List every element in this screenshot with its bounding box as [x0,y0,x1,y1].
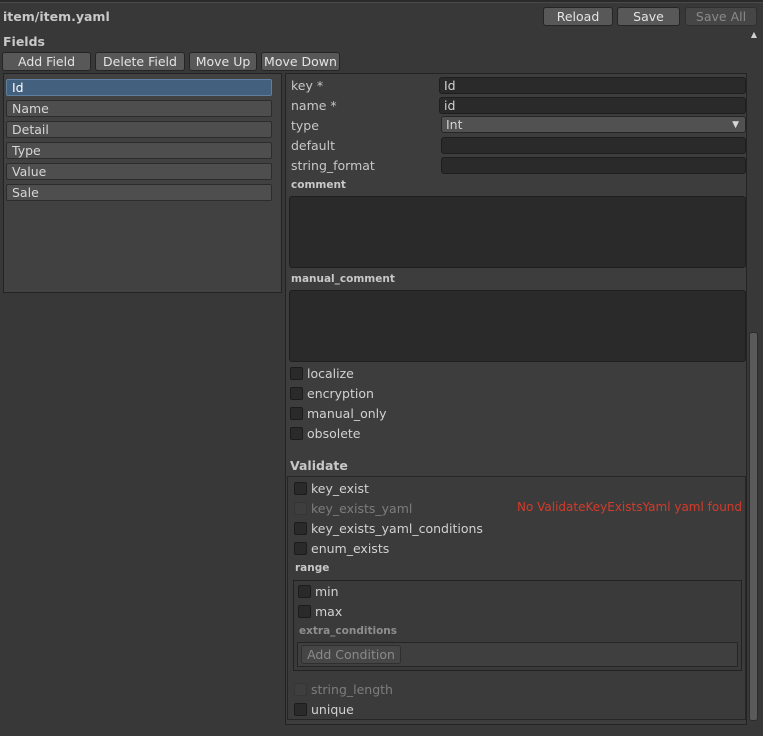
unique-checkbox[interactable] [294,703,307,716]
file-path: item/item.yaml [3,9,110,24]
obsolete-label: obsolete [307,426,361,441]
name-label: name * [291,98,337,113]
field-list-item-id[interactable]: Id [6,79,272,96]
encryption-label: encryption [307,386,374,401]
key-label: key * [291,78,324,93]
field-list-item-sale[interactable]: Sale [6,184,272,201]
default-label: default [291,138,335,153]
string-format-label: string_format [291,158,375,173]
enum-exists-label: enum_exists [311,541,390,556]
string-length-checkbox[interactable] [294,683,307,696]
key-exist-label: key_exist [311,481,369,496]
key-input[interactable]: Id [439,77,746,94]
enum-exists-checkbox[interactable] [294,542,307,555]
field-list-item-type[interactable]: Type [6,142,272,159]
max-label: max [315,604,343,619]
move-down-button[interactable]: Move Down [261,52,340,71]
type-label: type [291,118,319,133]
save-button[interactable]: Save [617,7,680,26]
key-exists-yaml-conditions-label: key_exists_yaml_conditions [311,521,483,536]
key-exists-yaml-conditions-checkbox[interactable] [294,522,307,535]
manual-comment-textarea[interactable] [289,290,746,362]
arrow-up-icon[interactable]: ▲ [749,30,759,39]
field-list-item-name[interactable]: Name [6,100,272,117]
default-input[interactable] [441,137,746,154]
top-divider [0,0,763,3]
chevron-down-icon: ▼ [732,120,739,130]
key-exists-yaml-label: key_exists_yaml [311,501,413,516]
string-format-input[interactable] [441,157,746,174]
encryption-checkbox[interactable] [290,387,303,400]
range-title: range [295,562,330,574]
extra-conditions-label: extra_conditions [299,625,398,637]
type-dropdown[interactable]: Int ▼ [441,116,746,133]
string-length-label: string_length [311,682,393,697]
unique-label: unique [311,702,354,717]
key-exists-yaml-warning: No ValidateKeyExistsYaml yaml found [517,500,743,514]
add-field-button[interactable]: Add Field [2,52,91,71]
min-checkbox[interactable] [298,585,311,598]
move-up-button[interactable]: Move Up [189,52,257,71]
comment-label: comment [291,179,346,191]
comment-textarea[interactable] [289,196,746,268]
fields-title: Fields [3,34,45,49]
min-label: min [315,584,339,599]
obsolete-checkbox[interactable] [290,427,303,440]
add-condition-button[interactable]: Add Condition [301,645,401,664]
delete-field-button[interactable]: Delete Field [95,52,185,71]
manual-comment-label: manual_comment [291,273,395,285]
reload-button[interactable]: Reload [543,7,613,26]
localize-checkbox[interactable] [290,367,303,380]
scrollbar-thumb[interactable] [749,332,758,721]
field-list-item-value[interactable]: Value [6,163,272,180]
type-dropdown-value: Int [446,117,463,132]
key-exists-yaml-checkbox[interactable] [294,502,307,515]
key-exist-checkbox[interactable] [294,482,307,495]
save-all-button[interactable]: Save All [685,7,757,26]
max-checkbox[interactable] [298,605,311,618]
field-list-item-detail[interactable]: Detail [6,121,272,138]
validate-title: Validate [290,458,348,473]
manual-only-checkbox[interactable] [290,407,303,420]
name-input[interactable]: id [439,97,746,114]
manual-only-label: manual_only [307,406,387,421]
localize-label: localize [307,366,354,381]
